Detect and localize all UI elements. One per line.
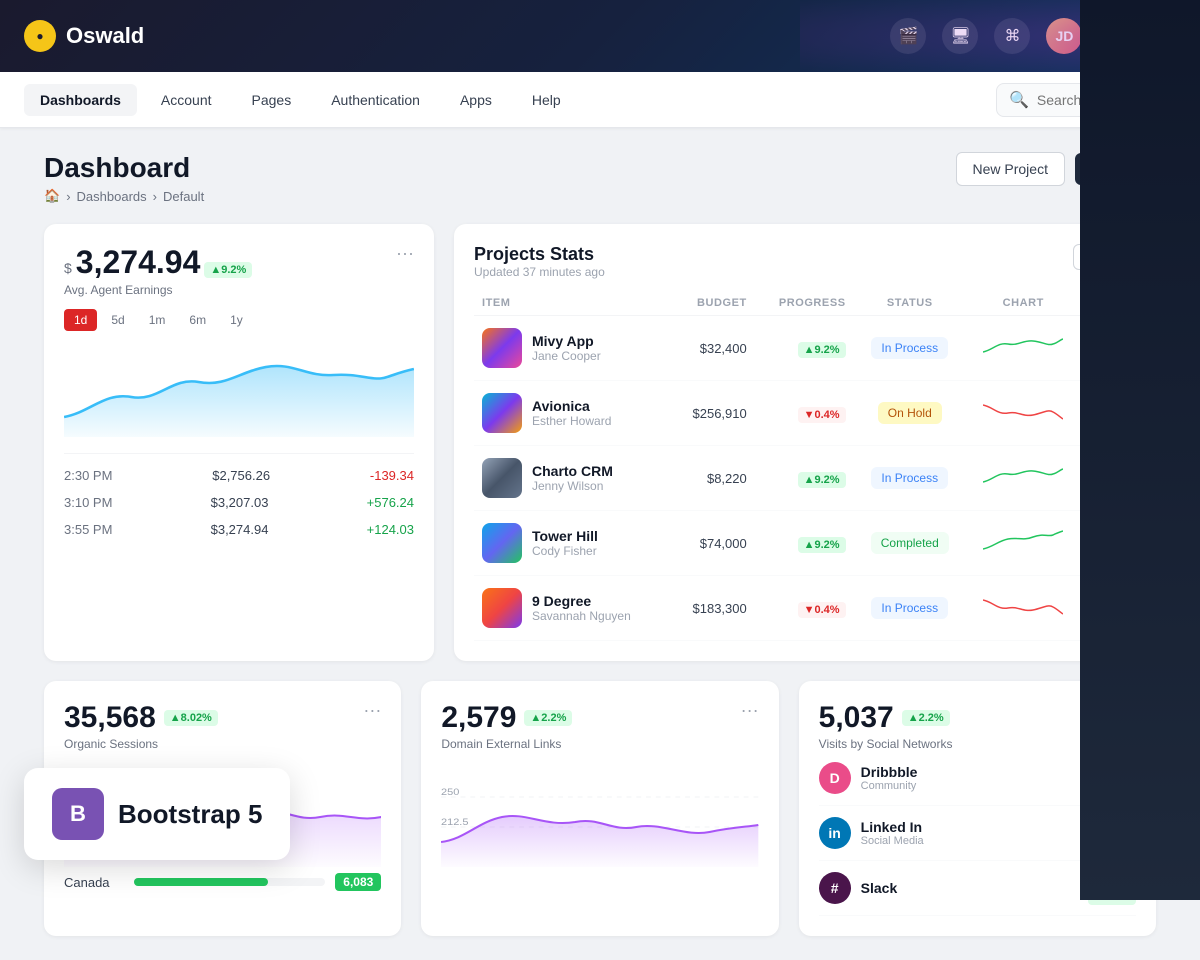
links-card: ··· 2,579 ▲2.2% Domain External Links: [421, 681, 778, 936]
linkedin-icon: in: [819, 817, 851, 849]
topbar: ● Oswald 🎬 🖥 ⌘ JD + Invite: [0, 0, 1200, 72]
subnav: Dashboards Account Pages Authentication …: [0, 72, 1200, 128]
subnav-item-pages[interactable]: Pages: [236, 84, 308, 116]
subnav-item-authentication[interactable]: Authentication: [315, 84, 436, 116]
breadcrumb-home[interactable]: 🏠: [44, 188, 60, 204]
subnav-item-apps[interactable]: Apps: [444, 84, 508, 116]
col-budget: BUDGET: [671, 291, 755, 316]
sessions-amount: 35,568: [64, 701, 156, 735]
top-cards-row: ··· $ 3,274.94 ▲9.2% Avg. Agent Earnings…: [44, 224, 1156, 661]
bootstrap-promo: B Bootstrap 5: [24, 768, 290, 860]
links-badge: ▲2.2%: [524, 710, 572, 726]
geo-row-canada: Canada 6,083: [64, 867, 381, 897]
table-row: Avionica Esther Howard $256,910 ▼0.4% On…: [474, 381, 1136, 446]
page-title: Dashboard: [44, 152, 204, 184]
earnings-value: 3,274.94: [76, 244, 201, 281]
project-thumb-avionica: [482, 393, 522, 433]
earnings-card: ··· $ 3,274.94 ▲9.2% Avg. Agent Earnings…: [44, 224, 434, 661]
status-badge: In Process: [871, 337, 948, 359]
monitor-icon[interactable]: 🖥: [942, 18, 978, 54]
currency-symbol: $: [64, 260, 72, 276]
project-thumb-tower: [482, 523, 522, 563]
table-row: Mivy App Jane Cooper $32,400 ▲9.2% In Pr…: [474, 316, 1136, 381]
table-row: Charto CRM Jenny Wilson $8,220 ▲9.2% In …: [474, 446, 1136, 511]
sessions-badge: ▲8.02%: [164, 710, 218, 726]
status-badge: In Process: [871, 597, 948, 619]
card-menu-icon[interactable]: ···: [363, 701, 381, 719]
svg-text:212.5: 212.5: [441, 818, 469, 828]
projects-table: ITEM BUDGET PROGRESS STATUS CHART VIEW: [474, 291, 1136, 641]
logo-name: Oswald: [66, 23, 144, 49]
social-amount: 5,037: [819, 701, 894, 735]
col-item: ITEM: [474, 291, 671, 316]
card-menu-icon[interactable]: ···: [741, 701, 759, 719]
page-title-area: Dashboard 🏠 › Dashboards › Default: [44, 152, 204, 204]
status-badge: In Process: [871, 467, 948, 489]
logo-area: ● Oswald: [24, 20, 890, 52]
camera-icon[interactable]: 🎬: [890, 18, 926, 54]
time-btn-1y[interactable]: 1y: [220, 309, 253, 331]
slack-icon: #: [819, 872, 851, 904]
project-thumb-9degree: [482, 588, 522, 628]
svg-text:250: 250: [441, 788, 460, 798]
time-btn-1d[interactable]: 1d: [64, 309, 97, 331]
status-badge: Completed: [871, 532, 949, 554]
time-filters: 1d 5d 1m 6m 1y: [64, 309, 414, 331]
bootstrap-text: Bootstrap 5: [118, 799, 262, 830]
subnav-item-account[interactable]: Account: [145, 84, 228, 116]
subnav-item-help[interactable]: Help: [516, 84, 577, 116]
earnings-rows: 2:30 PM $2,756.26 -139.34 3:10 PM $3,207…: [64, 453, 414, 543]
dribbble-icon: D: [819, 762, 851, 794]
col-status: STATUS: [854, 291, 966, 316]
project-thumb-mivy: [482, 328, 522, 368]
new-project-button[interactable]: New Project: [956, 152, 1065, 186]
time-btn-1m[interactable]: 1m: [139, 309, 176, 331]
bootstrap-icon: B: [52, 788, 104, 840]
time-btn-6m[interactable]: 6m: [179, 309, 216, 331]
links-amount: 2,579: [441, 701, 516, 735]
time-btn-5d[interactable]: 5d: [101, 309, 134, 331]
links-chart: 250 212.5: [441, 767, 758, 867]
sessions-label: Organic Sessions: [64, 737, 381, 751]
col-chart: CHART: [966, 291, 1081, 316]
projects-header: Projects Stats Updated 37 minutes ago Hi…: [474, 244, 1136, 279]
projects-title: Projects Stats: [474, 244, 605, 265]
projects-updated: Updated 37 minutes ago: [474, 265, 605, 279]
links-label: Domain External Links: [441, 737, 758, 751]
page-header: Dashboard 🏠 › Dashboards › Default New P…: [44, 152, 1156, 204]
breadcrumb-dashboards[interactable]: Dashboards: [77, 189, 147, 204]
logo-icon: ●: [24, 20, 56, 52]
projects-card: Projects Stats Updated 37 minutes ago Hi…: [454, 224, 1156, 661]
dark-overlay: [1080, 0, 1200, 900]
earnings-badge: ▲9.2%: [204, 262, 252, 278]
card-menu-icon[interactable]: ···: [396, 244, 414, 262]
subnav-item-dashboards[interactable]: Dashboards: [24, 84, 137, 116]
breadcrumb: 🏠 › Dashboards › Default: [44, 188, 204, 204]
project-thumb-charto: [482, 458, 522, 498]
share-icon[interactable]: ⌘: [994, 18, 1030, 54]
status-badge: On Hold: [878, 402, 942, 424]
earnings-subtitle: Avg. Agent Earnings: [64, 283, 414, 297]
social-badge: ▲2.2%: [902, 710, 950, 726]
earnings-row-2: 3:10 PM $3,207.03 +576.24: [64, 489, 414, 516]
col-progress: PROGRESS: [755, 291, 854, 316]
earnings-row-1: 2:30 PM $2,756.26 -139.34: [64, 462, 414, 489]
table-row: Tower Hill Cody Fisher $74,000 ▲9.2% Com…: [474, 511, 1136, 576]
table-row: 9 Degree Savannah Nguyen $183,300 ▼0.4% …: [474, 576, 1136, 641]
avatar[interactable]: JD: [1046, 18, 1082, 54]
earnings-row-3: 3:55 PM $3,274.94 +124.03: [64, 516, 414, 543]
earnings-chart: [64, 347, 414, 437]
earnings-amount: $ 3,274.94 ▲9.2%: [64, 244, 396, 281]
search-icon: 🔍: [1009, 90, 1029, 110]
breadcrumb-default: Default: [163, 189, 204, 204]
